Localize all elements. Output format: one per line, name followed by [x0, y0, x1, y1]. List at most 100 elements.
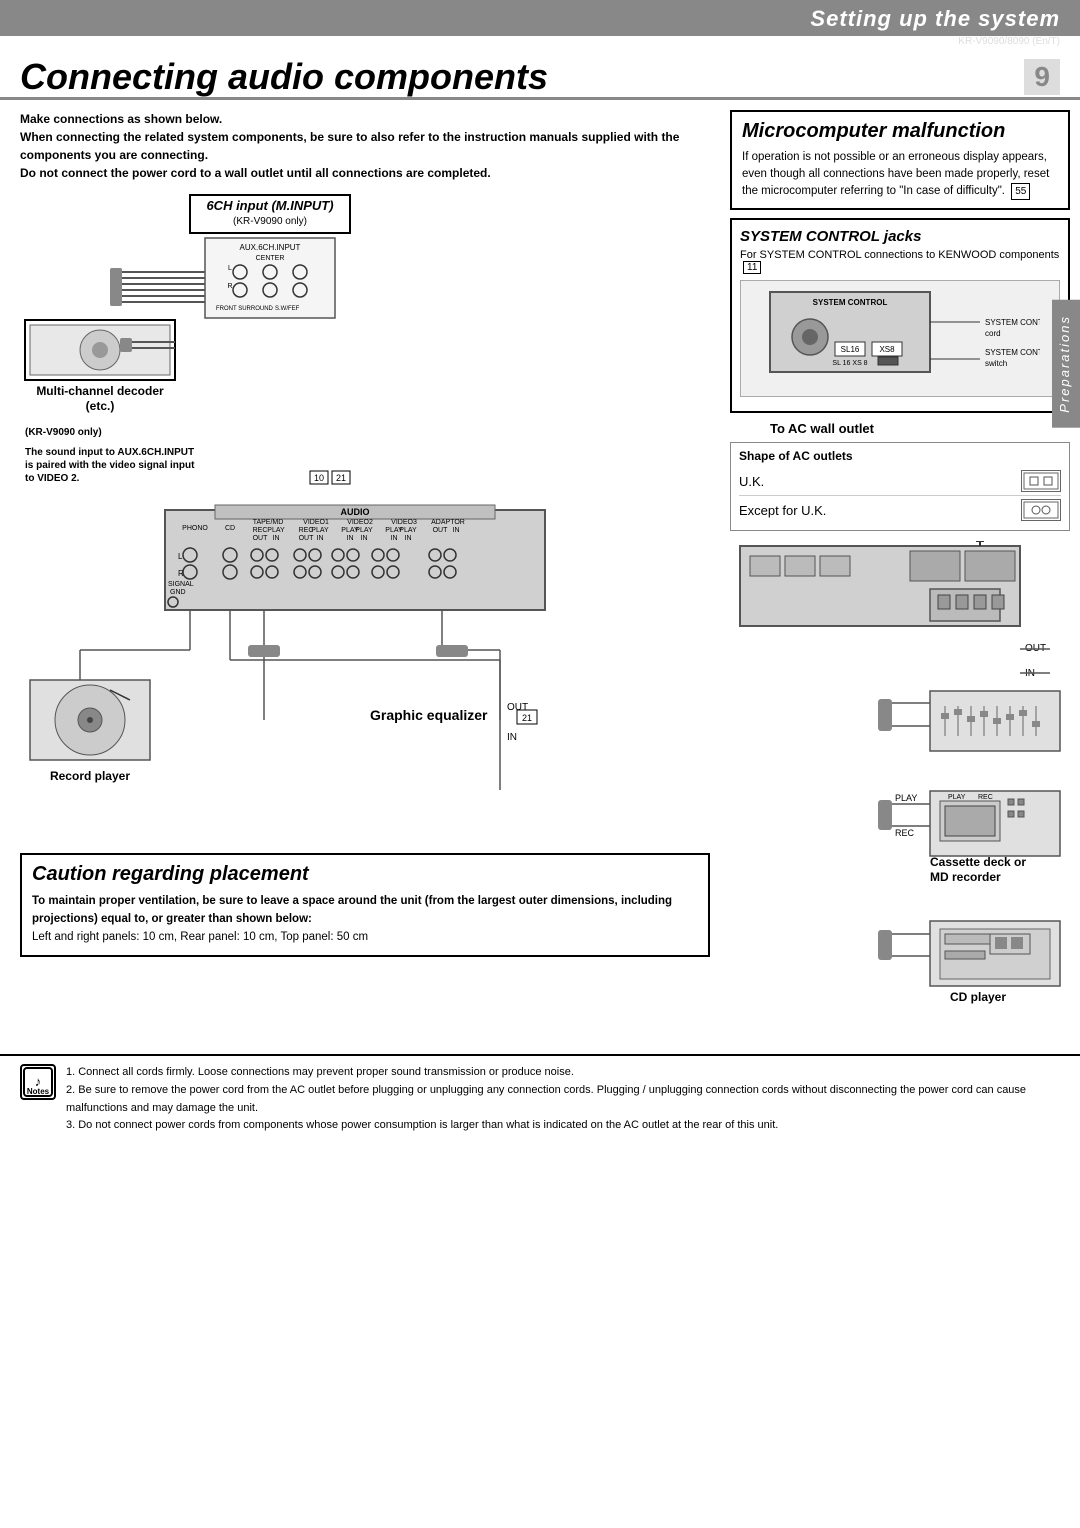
syscontrol-text: For SYSTEM CONTROL connections to KENWOO…	[740, 249, 1060, 274]
svg-text:L: L	[178, 552, 183, 561]
notes-section: ♪ Notes 1. Connect all cords firmly. Loo…	[0, 1054, 1080, 1142]
svg-text:IN: IN	[453, 527, 460, 534]
svg-text:GND: GND	[170, 589, 186, 596]
svg-text:is paired with the video signa: is paired with the video signal input	[25, 460, 195, 471]
svg-text:IN: IN	[361, 535, 368, 542]
page-title: Connecting audio components	[20, 57, 548, 97]
syscontrol-diagram: SYSTEM CONTROL SL16 XS8 SL 16 XS 8 SYSTE…	[740, 280, 1060, 397]
svg-text:SYSTEM CONTROL: SYSTEM CONTROL	[985, 348, 1040, 357]
note-item-3: 3. Do not connect power cords from compo…	[66, 1117, 1060, 1135]
header: Setting up the system	[0, 0, 1080, 36]
svg-text:SIGNAL: SIGNAL	[168, 581, 194, 588]
svg-text:TAPE/MD: TAPE/MD	[253, 519, 284, 526]
malfunction-box: Microcomputer malfunction If operation i…	[730, 110, 1070, 211]
syscontrol-box: SYSTEM CONTROL jacks For SYSTEM CONTROL …	[730, 218, 1070, 413]
syscontrol-body: For SYSTEM CONTROL connections to KENWOO…	[740, 249, 1059, 261]
svg-text:SL 16 XS 8: SL 16 XS 8	[832, 360, 867, 367]
ac-outlets-box: Shape of AC outlets U.K. Except for U.K.	[730, 442, 1070, 531]
svg-text:S.W/FEF: S.W/FEF	[275, 306, 300, 312]
svg-text:IN: IN	[347, 535, 354, 542]
svg-text:OUT: OUT	[433, 527, 449, 534]
note-item-2: 2. Be sure to remove the power cord from…	[66, 1082, 1060, 1117]
malfunction-text: If operation is not possible or an erron…	[742, 149, 1058, 201]
svg-text:21: 21	[522, 713, 532, 723]
svg-text:SYSTEM CONTROL: SYSTEM CONTROL	[813, 298, 888, 307]
svg-text:ADAPTOR: ADAPTOR	[431, 519, 465, 526]
svg-text:Multi-channel decoder: Multi-channel decoder	[36, 384, 164, 398]
svg-text:OUT: OUT	[507, 702, 528, 713]
main-content: Make connections as shown below. When co…	[0, 100, 1080, 1045]
intro-line2: When connecting the related system compo…	[20, 128, 710, 164]
caution-text: To maintain proper ventilation, be sure …	[32, 892, 698, 947]
svg-text:SL16: SL16	[841, 345, 860, 354]
svg-text:IN: IN	[405, 535, 412, 542]
svg-text:VIDEO3: VIDEO3	[391, 519, 417, 526]
svg-text:OUT: OUT	[253, 535, 269, 542]
svg-text:R: R	[227, 283, 232, 290]
caution-box: Caution regarding placement To maintain …	[20, 853, 710, 957]
page-title-area: Connecting audio components 9	[0, 49, 1080, 100]
svg-text:REC: REC	[895, 828, 915, 838]
svg-text:Cassette deck or: Cassette deck or	[930, 855, 1026, 869]
svg-text:(KR-V9090 only): (KR-V9090 only)	[233, 216, 307, 227]
ac-except-uk-label: Except for U.K.	[739, 503, 826, 518]
ac-uk-row: U.K.	[739, 467, 1061, 496]
svg-text:IN: IN	[507, 732, 517, 743]
svg-text:The sound input to AUX.6CH.INP: The sound input to AUX.6CH.INPUT	[25, 447, 194, 458]
svg-text:Notes: Notes	[27, 1087, 50, 1096]
svg-text:FRONT SURROUND: FRONT SURROUND	[216, 306, 274, 312]
svg-text:21: 21	[336, 473, 346, 483]
ac-uk-icon	[1021, 470, 1061, 492]
svg-text:PLAY: PLAY	[948, 794, 966, 801]
caution-dimensions: Left and right panels: 10 cm, Rear panel…	[32, 931, 368, 943]
malfunction-body: If operation is not possible or an erron…	[742, 151, 1049, 198]
svg-text:IN: IN	[317, 535, 324, 542]
right-diagram-svg: OUT IN	[730, 541, 1070, 1041]
main-diagram: 6CH input (M.INPUT) (KR-V9090 only) AUX.…	[20, 190, 710, 843]
caution-bold-text: To maintain proper ventilation, be sure …	[32, 895, 672, 925]
svg-text:PLAY: PLAY	[267, 527, 285, 534]
svg-text:AUX.6CH.INPUT: AUX.6CH.INPUT	[240, 243, 301, 252]
syscontrol-ref: 11	[743, 261, 761, 274]
diagram-svg: 6CH input (M.INPUT) (KR-V9090 only) AUX.…	[20, 190, 580, 840]
svg-text:to VIDEO 2.: to VIDEO 2.	[25, 473, 80, 484]
svg-text:PLAY: PLAY	[311, 527, 329, 534]
ac-except-uk-row: Except for U.K.	[739, 496, 1061, 524]
page-number: 9	[1024, 59, 1060, 95]
malfunction-title: Microcomputer malfunction	[742, 120, 1058, 143]
left-column: Make connections as shown below. When co…	[0, 110, 720, 1045]
svg-text:PLAY: PLAY	[355, 527, 373, 534]
notes-list: 1. Connect all cords firmly. Loose conne…	[66, 1064, 1060, 1134]
svg-text:AUDIO: AUDIO	[341, 507, 370, 517]
svg-text:R: R	[178, 569, 184, 578]
note-item-1: 1. Connect all cords firmly. Loose conne…	[66, 1064, 1060, 1082]
header-title: Setting up the system	[0, 6, 1060, 32]
malfunction-ref: 55	[1011, 183, 1030, 200]
ac-except-uk-icon	[1021, 499, 1061, 521]
caution-title: Caution regarding placement	[32, 863, 698, 886]
intro-line1: Make connections as shown below.	[20, 110, 710, 128]
svg-text:switch: switch	[985, 359, 1007, 368]
svg-text:PHONO: PHONO	[182, 525, 208, 532]
svg-text:CD player: CD player	[950, 990, 1006, 1004]
model-number: KR-V9090/8090 (En/T)	[0, 36, 1080, 49]
svg-text:REC: REC	[253, 527, 268, 534]
to-ac-label: To AC wall outlet	[770, 421, 1070, 436]
svg-text:REC: REC	[978, 794, 993, 801]
svg-text:Record player: Record player	[50, 769, 130, 783]
svg-text:IN: IN	[391, 535, 398, 542]
svg-text:IN: IN	[273, 535, 280, 542]
notes-icon: ♪ Notes	[20, 1064, 56, 1100]
svg-text:cord: cord	[985, 329, 1001, 338]
ac-outlets-title: Shape of AC outlets	[739, 449, 1061, 463]
svg-text:PLAY: PLAY	[399, 527, 417, 534]
syscontrol-svg: SYSTEM CONTROL SL16 XS8 SL 16 XS 8 SYSTE…	[760, 287, 1040, 387]
svg-text:OUT: OUT	[299, 535, 315, 542]
svg-text:Graphic equalizer: Graphic equalizer	[370, 707, 488, 723]
right-column: Microcomputer malfunction If operation i…	[720, 110, 1080, 1045]
svg-text:CENTER: CENTER	[256, 255, 285, 262]
svg-text:10: 10	[314, 473, 324, 483]
svg-text:VIDEO2: VIDEO2	[347, 519, 373, 526]
intro-text: Make connections as shown below. When co…	[20, 110, 710, 182]
side-tab: Preparations	[1052, 300, 1080, 428]
